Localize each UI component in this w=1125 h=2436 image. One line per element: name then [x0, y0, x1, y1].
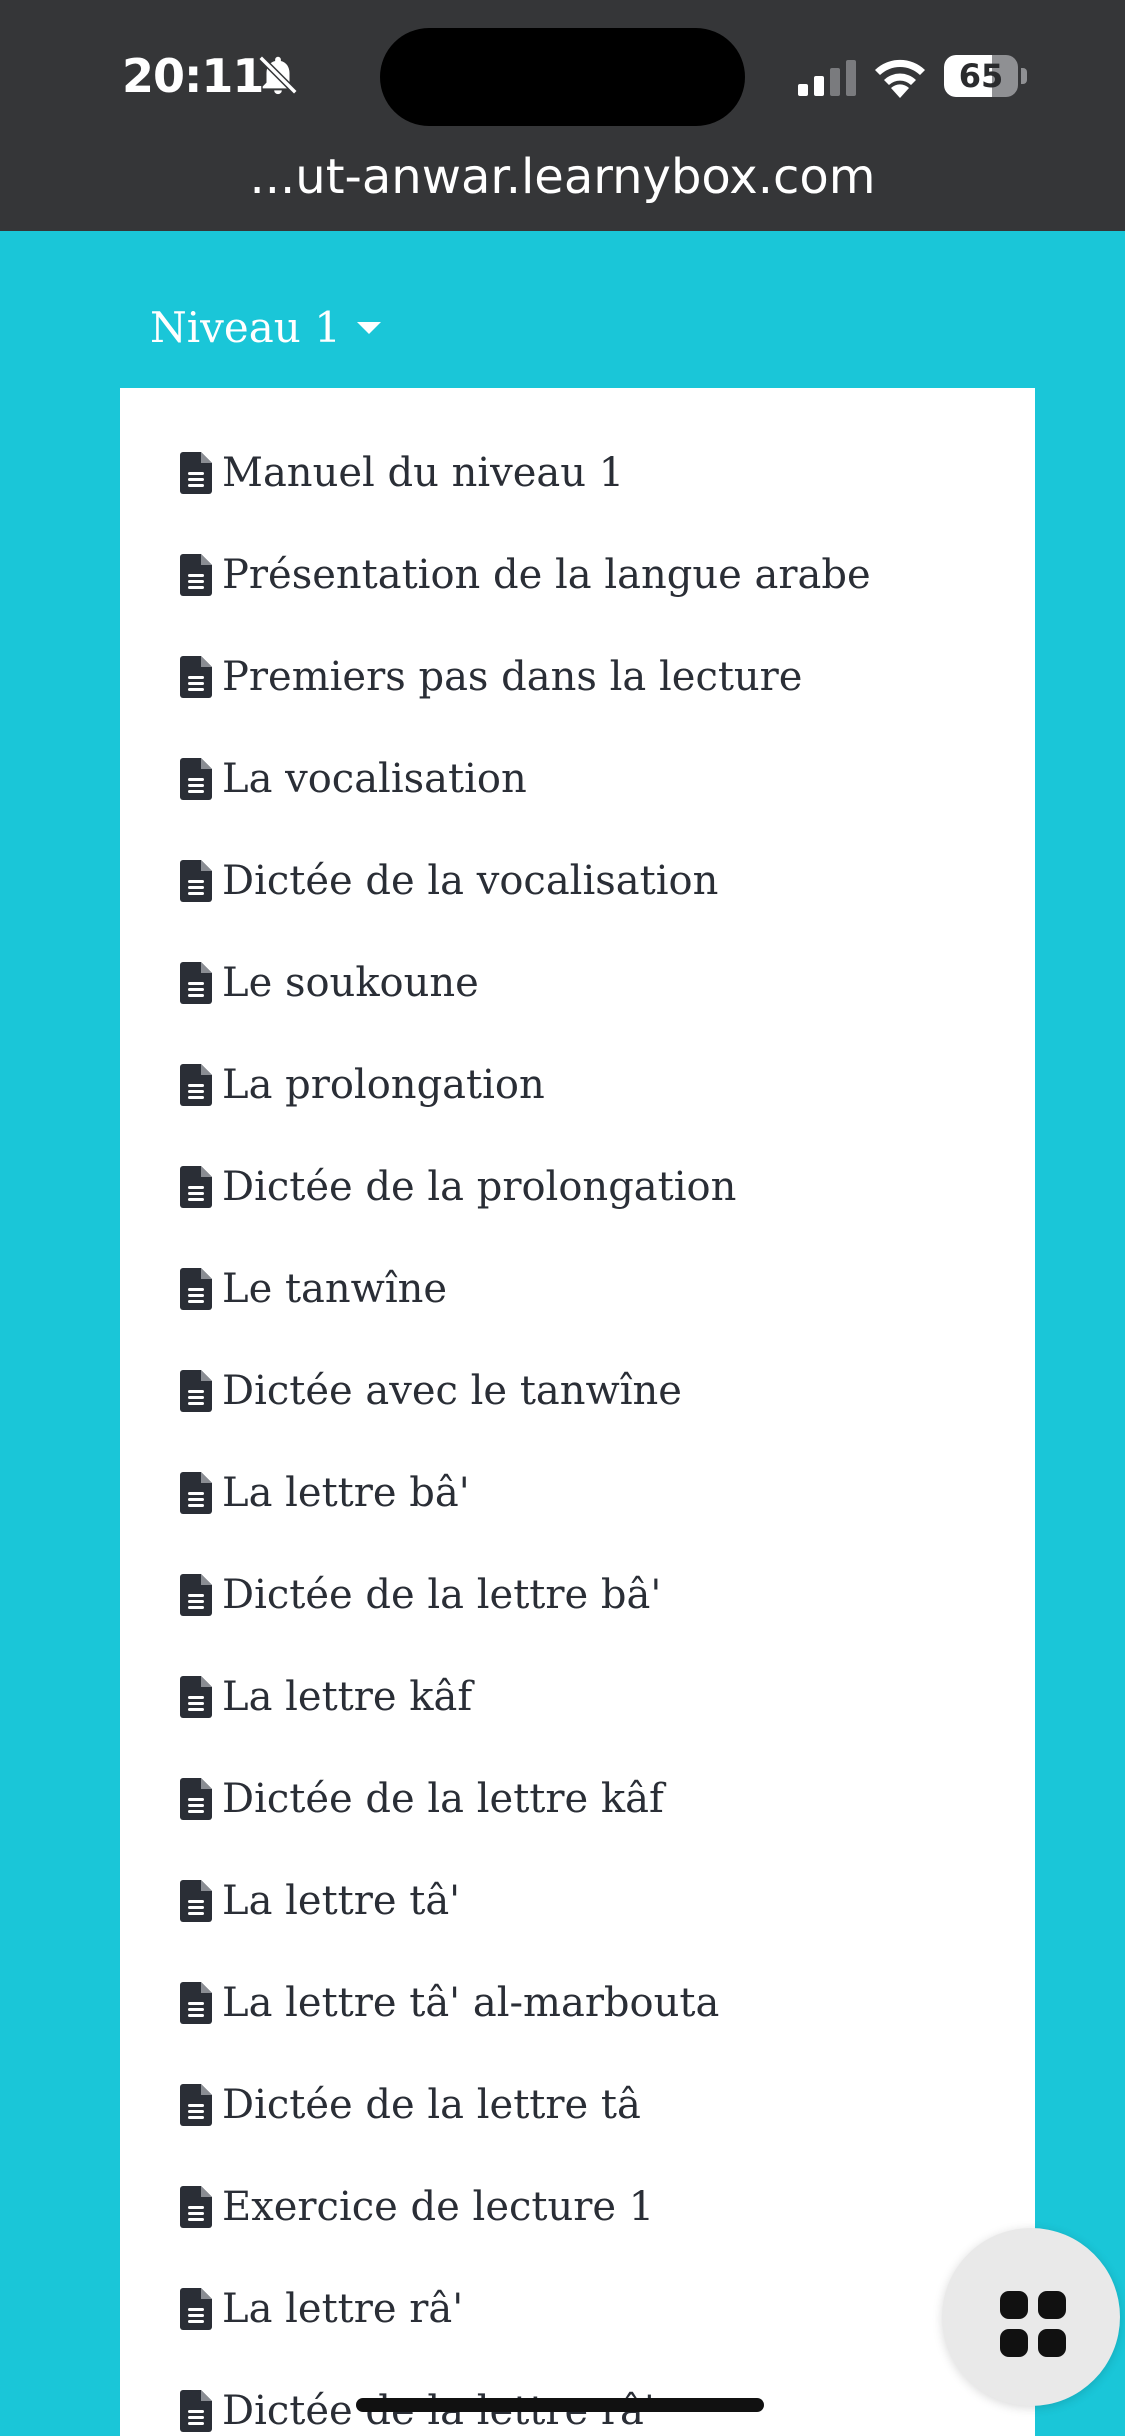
menu-item[interactable]: La lettre kâf — [120, 1646, 1035, 1748]
menu-item[interactable]: La lettre tâ' al-marbouta — [120, 1952, 1035, 2054]
menu-item-label: La lettre tâ' — [222, 1878, 461, 1924]
file-text-icon — [180, 2084, 212, 2126]
file-text-icon — [180, 656, 212, 698]
menu-item[interactable]: Dictée avec le tanwîne — [120, 1340, 1035, 1442]
battery-cap — [1021, 68, 1027, 84]
home-indicator — [356, 2398, 764, 2412]
menu-item-label: Manuel du niveau 1 — [222, 450, 625, 496]
file-text-icon — [180, 860, 212, 902]
file-text-icon — [180, 2186, 212, 2228]
menu-item[interactable]: La lettre râ' — [120, 2258, 1035, 2360]
menu-item[interactable]: Dictée de la lettre tâ — [120, 2054, 1035, 2156]
menu-item[interactable]: Dictée de la lettre bâ' — [120, 1544, 1035, 1646]
browser-url[interactable]: ...ut-anwar.learnybox.com — [0, 145, 1125, 209]
file-text-icon — [180, 2390, 212, 2432]
menu-item-label: Présentation de la langue arabe — [222, 552, 871, 598]
menu-item[interactable]: La lettre bâ' — [120, 1442, 1035, 1544]
browser-top-bar: 20:11 65 ...ut-anwar.learnybox.com — [0, 0, 1125, 231]
level-dropdown-menu: Manuel du niveau 1 Présentation de la lan… — [120, 388, 1035, 2436]
menu-item-label: La lettre râ' — [222, 2286, 464, 2332]
menu-item-label: Dictée de la prolongation — [222, 1164, 737, 1210]
file-text-icon — [180, 2288, 212, 2330]
menu-item-label: Dictée avec le tanwîne — [222, 1368, 682, 1414]
menu-item[interactable]: Dictée de la vocalisation — [120, 830, 1035, 932]
bell-off-icon — [258, 55, 298, 95]
cellular-signal-icon — [798, 60, 856, 96]
menu-item[interactable]: La prolongation — [120, 1034, 1035, 1136]
menu-item-label: Premiers pas dans la lecture — [222, 654, 803, 700]
file-text-icon — [180, 1268, 212, 1310]
dynamic-island — [380, 28, 745, 126]
menu-item-label: Le soukoune — [222, 960, 479, 1006]
battery-percentage: 65 — [958, 57, 1004, 95]
menu-item[interactable]: Exercice de lecture 1 — [120, 2156, 1035, 2258]
file-text-icon — [180, 1064, 212, 1106]
menu-item[interactable]: Manuel du niveau 1 — [120, 422, 1035, 524]
battery-indicator: 65 — [944, 55, 1028, 97]
menu-item[interactable]: La lettre tâ' — [120, 1850, 1035, 1952]
wifi-icon — [875, 59, 925, 98]
menu-item[interactable]: Dictée de la lettre kâf — [120, 1748, 1035, 1850]
menu-item[interactable]: Le tanwîne — [120, 1238, 1035, 1340]
status-time: 20:11 — [122, 49, 264, 103]
grid-icon — [1000, 2291, 1066, 2357]
file-text-icon — [180, 452, 212, 494]
apps-menu-button[interactable] — [942, 2228, 1120, 2406]
battery-body: 65 — [944, 55, 1018, 97]
level-dropdown-toggle[interactable]: Niveau 1 — [150, 298, 381, 358]
menu-item-label: La lettre bâ' — [222, 1470, 470, 1516]
file-text-icon — [180, 1676, 212, 1718]
file-text-icon — [180, 1982, 212, 2024]
menu-item-label: La vocalisation — [222, 756, 527, 802]
menu-item-label: Le tanwîne — [222, 1266, 448, 1312]
file-text-icon — [180, 1574, 212, 1616]
menu-item[interactable]: Le soukoune — [120, 932, 1035, 1034]
menu-item[interactable]: La vocalisation — [120, 728, 1035, 830]
menu-item-label: Exercice de lecture 1 — [222, 2184, 655, 2230]
file-text-icon — [180, 1166, 212, 1208]
menu-item-label: La lettre kâf — [222, 1674, 473, 1720]
file-text-icon — [180, 1370, 212, 1412]
menu-item-label: Dictée de la vocalisation — [222, 858, 719, 904]
menu-item-label: La prolongation — [222, 1062, 545, 1108]
file-text-icon — [180, 962, 212, 1004]
file-text-icon — [180, 758, 212, 800]
menu-item-label: Dictée de la lettre kâf — [222, 1776, 664, 1822]
menu-item[interactable]: Dictée de la prolongation — [120, 1136, 1035, 1238]
menu-item-label: La lettre tâ' al-marbouta — [222, 1980, 720, 2026]
file-text-icon — [180, 1880, 212, 1922]
menu-item[interactable]: Premiers pas dans la lecture — [120, 626, 1035, 728]
lesson-list: Manuel du niveau 1 Présentation de la lan… — [120, 388, 1035, 2436]
file-text-icon — [180, 554, 212, 596]
level-dropdown-label: Niveau 1 — [150, 303, 341, 352]
menu-item-label: Dictée de la lettre tâ — [222, 2082, 641, 2128]
file-text-icon — [180, 1472, 212, 1514]
caret-down-icon — [356, 322, 381, 334]
menu-item-label: Dictée de la lettre bâ' — [222, 1572, 662, 1618]
menu-item[interactable]: Présentation de la langue arabe — [120, 524, 1035, 626]
file-text-icon — [180, 1778, 212, 1820]
